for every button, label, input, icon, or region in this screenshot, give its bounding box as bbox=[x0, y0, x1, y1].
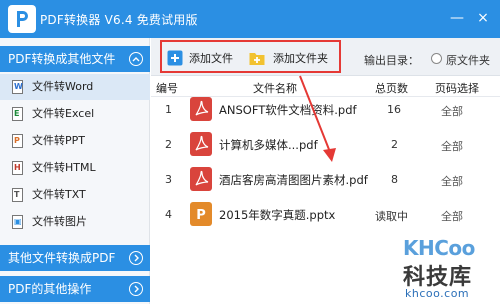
sidebar-item-txt[interactable]: T 文件转TXT bbox=[0, 182, 150, 208]
title-bar: PDF转换器 V6.4 免费试用版 — × bbox=[0, 0, 500, 38]
section-other-ops[interactable]: PDF的其他操作 bbox=[0, 276, 150, 302]
pdf-file-icon bbox=[190, 167, 212, 191]
sidebar: PDF转换成其他文件 W 文件转Word E 文件转Excel P 文件转PPT… bbox=[0, 38, 150, 304]
minimize-button[interactable]: — bbox=[446, 8, 468, 28]
section-label: 其他文件转换成PDF bbox=[8, 251, 116, 265]
sidebar-item-ppt[interactable]: P 文件转PPT bbox=[0, 128, 150, 154]
output-dir-label: 输出目录： bbox=[364, 54, 419, 67]
sidebar-item-image[interactable]: ▣ 文件转图片 bbox=[0, 209, 150, 235]
watermark: KHCoo 科技库 khcoo.com bbox=[385, 232, 500, 304]
table-row[interactable]: 2 计算机多媒体...pdf 2 全部 bbox=[151, 128, 500, 161]
chevron-right-icon[interactable] bbox=[129, 282, 143, 296]
row-index: 1 bbox=[165, 103, 172, 116]
excel-file-icon: E bbox=[12, 107, 23, 121]
section-other-to-pdf[interactable]: 其他文件转换成PDF bbox=[0, 245, 150, 271]
table-row[interactable]: 4 P 2015年数字真题.pptx 读取中 全部 bbox=[151, 198, 500, 231]
original-folder-radio[interactable] bbox=[431, 53, 442, 64]
sidebar-item-label: 文件转PPT bbox=[32, 134, 85, 147]
row-page-range[interactable]: 全部 bbox=[441, 103, 463, 119]
row-pages: 2 bbox=[391, 138, 398, 151]
window-title: PDF转换器 V6.4 免费试用版 bbox=[40, 13, 198, 27]
sidebar-item-html[interactable]: H 文件转HTML bbox=[0, 155, 150, 181]
sidebar-item-label: 文件转Word bbox=[32, 80, 94, 93]
row-index: 3 bbox=[165, 173, 172, 186]
word-file-icon: W bbox=[12, 80, 23, 94]
sidebar-item-excel[interactable]: E 文件转Excel bbox=[0, 101, 150, 127]
sidebar-item-label: 文件转图片 bbox=[32, 215, 87, 228]
highlight-frame bbox=[160, 40, 341, 73]
row-pages: 16 bbox=[387, 103, 401, 116]
sidebar-item-label: 文件转TXT bbox=[32, 188, 86, 201]
txt-file-icon: T bbox=[12, 188, 23, 202]
chevron-up-icon[interactable] bbox=[129, 52, 143, 66]
row-file-name: 2015年数字真题.pptx bbox=[219, 208, 336, 222]
row-pages: 8 bbox=[391, 173, 398, 186]
row-index: 4 bbox=[165, 208, 172, 221]
row-file-name: ANSOFT软件文档资料.pdf bbox=[219, 103, 357, 117]
row-pages: 读取中 bbox=[375, 210, 408, 223]
section-pdf-to-other[interactable]: PDF转换成其他文件 bbox=[0, 46, 150, 72]
chevron-right-icon[interactable] bbox=[129, 251, 143, 265]
image-file-icon: ▣ bbox=[12, 215, 23, 229]
section-label: PDF的其他操作 bbox=[8, 282, 92, 296]
close-button[interactable]: × bbox=[472, 8, 494, 28]
sidebar-item-word[interactable]: W 文件转Word bbox=[0, 74, 150, 100]
table-row[interactable]: 1 ANSOFT软件文档资料.pdf 16 全部 bbox=[151, 93, 500, 126]
original-folder-label: 原文件夹 bbox=[446, 54, 490, 67]
row-page-range[interactable]: 全部 bbox=[441, 138, 463, 154]
table-row[interactable]: 3 酒店客房高清图图片素材.pdf 8 全部 bbox=[151, 163, 500, 196]
row-file-name: 酒店客房高清图图片素材.pdf bbox=[219, 173, 368, 187]
watermark-logo: KHCoo bbox=[403, 236, 475, 260]
close-icon: × bbox=[477, 10, 489, 26]
section-label: PDF转换成其他文件 bbox=[8, 52, 116, 66]
html-file-icon: H bbox=[12, 161, 23, 175]
ppt-file-icon: P bbox=[12, 134, 23, 148]
minimize-icon: — bbox=[450, 10, 464, 26]
row-file-name: 计算机多媒体...pdf bbox=[219, 138, 318, 152]
ppt-file-icon: P bbox=[190, 202, 212, 226]
sidebar-item-label: 文件转Excel bbox=[32, 107, 95, 120]
row-page-range[interactable]: 全部 bbox=[441, 173, 463, 189]
row-index: 2 bbox=[165, 138, 172, 151]
svg-text:P: P bbox=[196, 208, 206, 223]
pdf-file-icon bbox=[190, 97, 212, 121]
sidebar-item-label: 文件转HTML bbox=[32, 161, 96, 174]
pdf-file-icon bbox=[190, 132, 212, 156]
app-logo-icon bbox=[8, 5, 36, 33]
watermark-domain: khcoo.com bbox=[405, 287, 470, 300]
row-page-range[interactable]: 全部 bbox=[441, 208, 463, 224]
